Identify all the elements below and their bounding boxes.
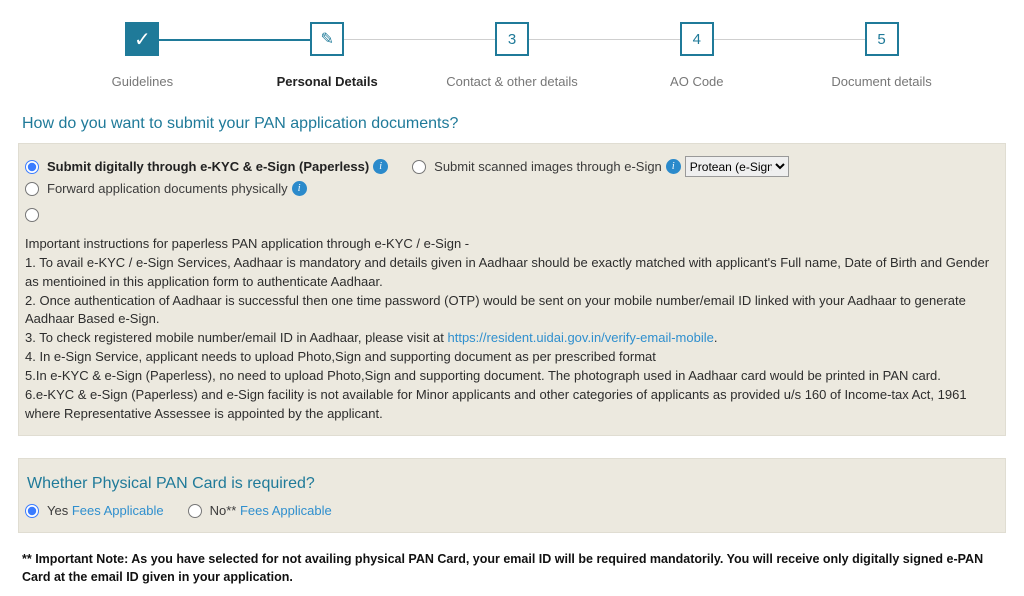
label-scanned-esign: Submit scanned images through e-Sign bbox=[434, 159, 662, 174]
radio-scanned-esign[interactable] bbox=[412, 160, 426, 174]
radio-ekyc-esign[interactable] bbox=[25, 160, 39, 174]
instruction-line: 3. To check registered mobile number/ema… bbox=[25, 329, 999, 348]
radio-physical-forward[interactable] bbox=[25, 182, 39, 196]
option-physical-yes[interactable]: Yes Fees Applicable bbox=[25, 503, 164, 518]
extra-radio-row bbox=[25, 208, 999, 225]
question-physical-card: Whether Physical PAN Card is required? bbox=[27, 475, 999, 493]
instruction-line: 6.e-KYC & e-Sign (Paperless) and e-Sign … bbox=[25, 386, 999, 424]
progress-stepper: ✓ Guidelines ✎ Personal Details 3 Contac… bbox=[0, 0, 1024, 97]
step-label: Contact & other details bbox=[446, 74, 578, 89]
step-label: AO Code bbox=[670, 74, 723, 89]
step-guidelines[interactable]: ✓ Guidelines bbox=[50, 22, 235, 89]
fees-link-yes[interactable]: Fees Applicable bbox=[72, 503, 164, 518]
step-number: 3 bbox=[495, 22, 529, 56]
instruction-line: 2. Once authentication of Aadhaar is suc… bbox=[25, 292, 999, 330]
instructions-block: Important instructions for paperless PAN… bbox=[25, 235, 999, 423]
step-label: Document details bbox=[831, 74, 931, 89]
submit-method-options: Submit digitally through e-KYC & e-Sign … bbox=[25, 156, 999, 206]
option-scanned-esign[interactable]: Submit scanned images through e-Sign i P… bbox=[412, 156, 789, 177]
radio-extra[interactable] bbox=[25, 208, 39, 222]
instruction-line: 4. In e-Sign Service, applicant needs to… bbox=[25, 348, 999, 367]
step-label: Guidelines bbox=[112, 74, 173, 89]
instruction-line: 5.In e-KYC & e-Sign (Paperless), no need… bbox=[25, 367, 999, 386]
uidai-link[interactable]: https://resident.uidai.gov.in/verify-ema… bbox=[447, 330, 713, 345]
step-contact-details[interactable]: 3 Contact & other details bbox=[420, 22, 605, 89]
esign-provider-select[interactable]: Protean (e-Sign) bbox=[685, 156, 789, 177]
check-icon: ✓ bbox=[125, 22, 159, 56]
pencil-icon: ✎ bbox=[310, 22, 344, 56]
question-submit-method: How do you want to submit your PAN appli… bbox=[22, 115, 1006, 133]
step-label: Personal Details bbox=[277, 74, 378, 89]
important-note: ** Important Note: As you have selected … bbox=[18, 551, 1006, 586]
submit-method-block: Submit digitally through e-KYC & e-Sign … bbox=[18, 143, 1006, 436]
step-document-details[interactable]: 5 Document details bbox=[789, 22, 974, 89]
info-icon[interactable]: i bbox=[292, 181, 307, 196]
label-physical-yes: Yes Fees Applicable bbox=[47, 503, 164, 518]
info-icon[interactable]: i bbox=[666, 159, 681, 174]
option-physical-no[interactable]: No** Fees Applicable bbox=[188, 503, 332, 518]
physical-card-block: Whether Physical PAN Card is required? Y… bbox=[18, 458, 1006, 533]
radio-physical-yes[interactable] bbox=[25, 504, 39, 518]
radio-physical-no[interactable] bbox=[188, 504, 202, 518]
step-number: 5 bbox=[865, 22, 899, 56]
label-physical-no: No** Fees Applicable bbox=[210, 503, 332, 518]
instructions-title: Important instructions for paperless PAN… bbox=[25, 235, 999, 254]
label-ekyc-esign: Submit digitally through e-KYC & e-Sign … bbox=[47, 159, 369, 174]
step-personal-details[interactable]: ✎ Personal Details bbox=[235, 22, 420, 89]
instruction-line: 1. To avail e-KYC / e-Sign Services, Aad… bbox=[25, 254, 999, 292]
option-physical-forward[interactable]: Forward application documents physically… bbox=[25, 181, 307, 196]
fees-link-no[interactable]: Fees Applicable bbox=[240, 503, 332, 518]
step-ao-code[interactable]: 4 AO Code bbox=[604, 22, 789, 89]
info-icon[interactable]: i bbox=[373, 159, 388, 174]
label-physical-forward: Forward application documents physically bbox=[47, 181, 288, 196]
step-number: 4 bbox=[680, 22, 714, 56]
option-ekyc-esign[interactable]: Submit digitally through e-KYC & e-Sign … bbox=[25, 159, 388, 174]
